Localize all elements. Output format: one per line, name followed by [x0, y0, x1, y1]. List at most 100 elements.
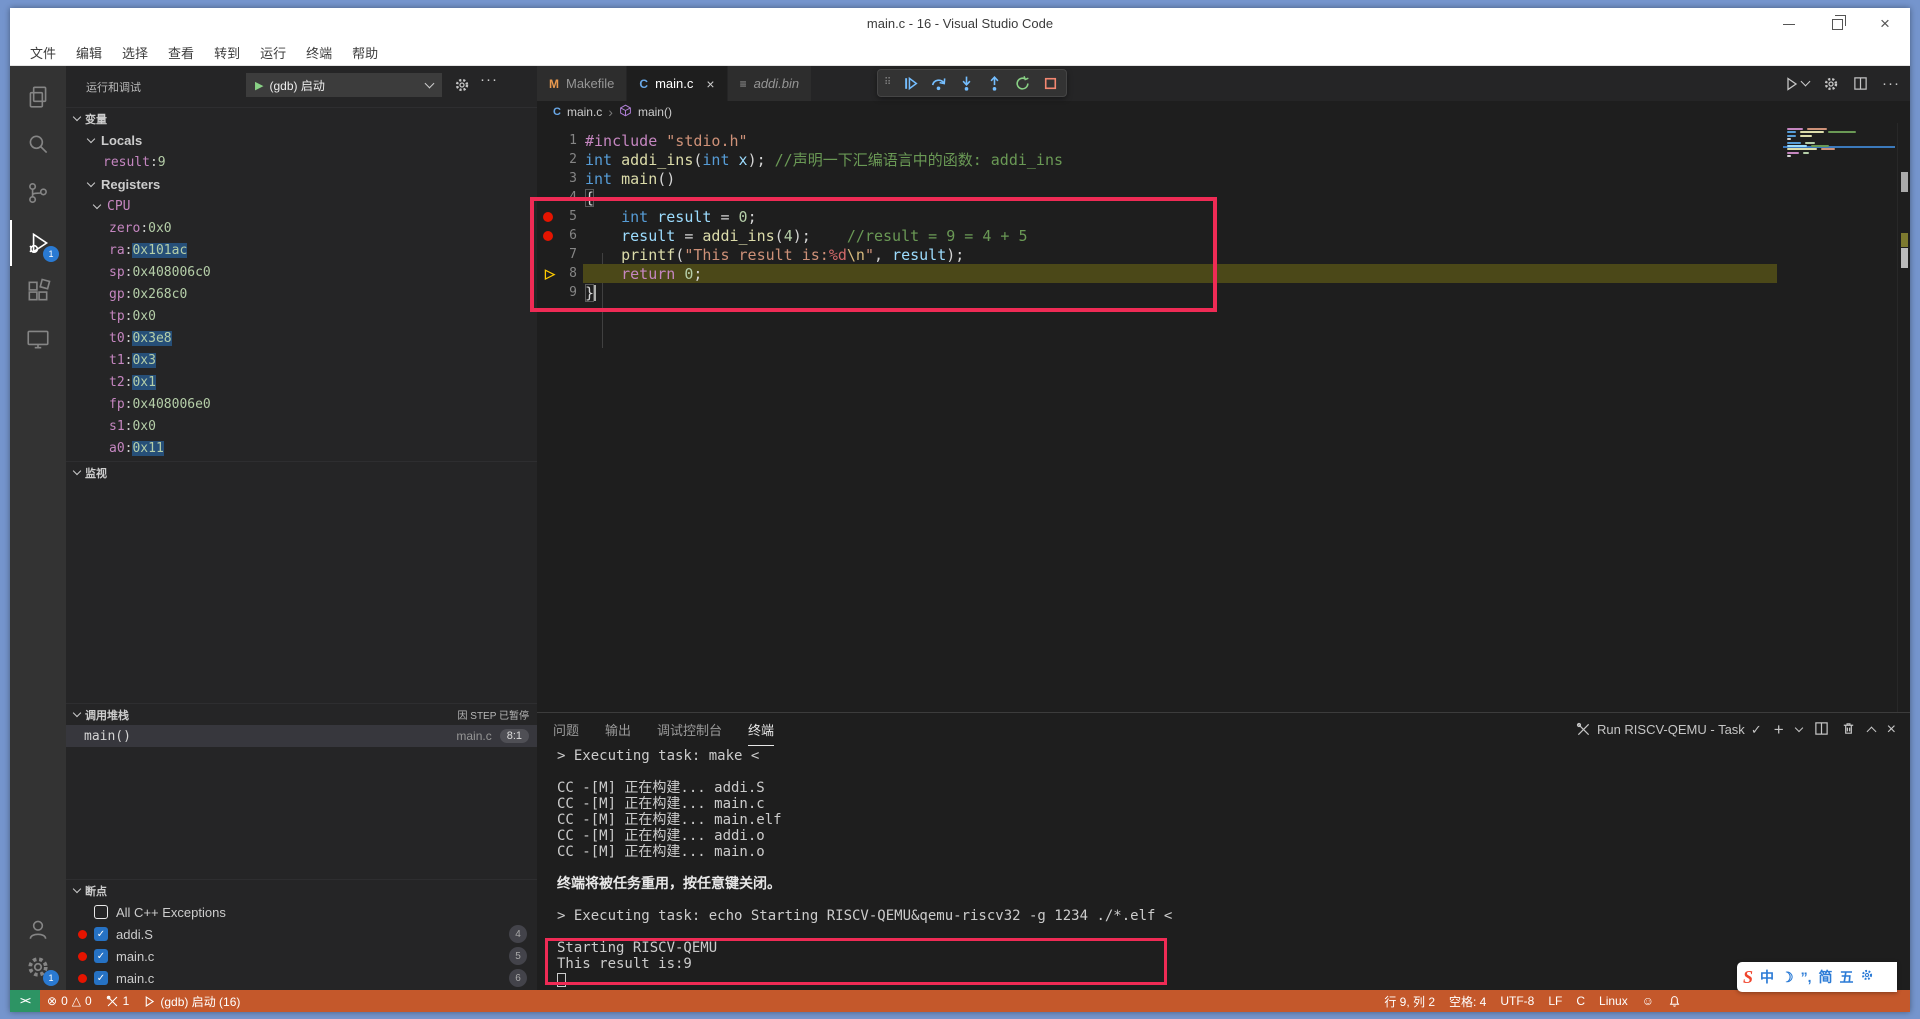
- menu-item[interactable]: 文件: [22, 40, 64, 65]
- run-file-icon[interactable]: [1784, 76, 1809, 92]
- register-row[interactable]: s1: 0x0: [66, 415, 537, 437]
- menu-item[interactable]: 转到: [206, 40, 248, 65]
- indentation[interactable]: 空格: 4: [1442, 990, 1493, 1012]
- notifications-bell-icon[interactable]: [1661, 990, 1688, 1012]
- breakpoint-gutter[interactable]: [543, 231, 557, 241]
- breakpoint-row[interactable]: ✓main.c6: [66, 967, 537, 989]
- split-editor-icon[interactable]: [1853, 76, 1868, 91]
- search-icon[interactable]: [10, 122, 66, 168]
- register-row[interactable]: t0: 0x3e8: [66, 327, 537, 349]
- run-and-debug-icon[interactable]: 1: [10, 220, 66, 266]
- debug-settings-gear-icon[interactable]: [454, 77, 470, 98]
- problems-indicator[interactable]: ⊗ 0 △ 0: [40, 990, 99, 1012]
- more-actions-icon[interactable]: ···: [480, 71, 498, 88]
- register-row[interactable]: ra: 0x101ac: [66, 239, 537, 261]
- remote-explorer-icon[interactable]: [10, 316, 66, 362]
- code-editor[interactable]: 1#include "stdio.h"2int addi_ins(int x);…: [537, 123, 1910, 712]
- tab-Makefile[interactable]: MMakefile: [537, 66, 627, 101]
- breakpoint-gutter[interactable]: [543, 212, 557, 222]
- new-terminal-icon[interactable]: +: [1774, 720, 1784, 740]
- register-row[interactable]: gp: 0x268c0: [66, 283, 537, 305]
- ime-simplified[interactable]: 简: [1818, 967, 1832, 987]
- drag-handle-icon[interactable]: ⠿: [882, 79, 894, 87]
- breakpoint-checkbox[interactable]: ✓: [94, 949, 108, 963]
- remote-indicator[interactable]: ><: [10, 990, 40, 1012]
- menu-item[interactable]: 编辑: [68, 40, 110, 65]
- variables-section-header[interactable]: 变量: [66, 107, 537, 129]
- panel-tab-调试控制台[interactable]: 调试控制台: [657, 713, 722, 746]
- panel-tab-输出[interactable]: 输出: [605, 713, 631, 746]
- breakpoints-section-header[interactable]: 断点: [66, 879, 537, 901]
- tab-addi.bin[interactable]: ≡addi.bin: [728, 66, 813, 101]
- stop-button[interactable]: [1038, 71, 1062, 95]
- tab-main.c[interactable]: Cmain.c×: [627, 66, 727, 101]
- maximize-panel-icon[interactable]: [1866, 727, 1876, 737]
- menu-item[interactable]: 终端: [298, 40, 340, 65]
- sogou-logo[interactable]: S: [1743, 967, 1753, 988]
- minimize-button[interactable]: [1778, 13, 1800, 35]
- breakpoint-checkbox[interactable]: [94, 905, 108, 919]
- step-into-button[interactable]: [954, 71, 978, 95]
- ime-mode-chinese[interactable]: 中: [1760, 967, 1774, 987]
- close-panel-icon[interactable]: ×: [1887, 721, 1896, 739]
- cpu-group[interactable]: CPU: [66, 195, 537, 217]
- close-tab-icon[interactable]: ×: [706, 76, 714, 92]
- call-stack-section-header[interactable]: 调用堆栈 因 STEP 已暂停: [66, 703, 537, 725]
- register-row[interactable]: t1: 0x3: [66, 349, 537, 371]
- variable-row[interactable]: result: 9: [66, 151, 537, 173]
- kill-terminal-icon[interactable]: [1841, 721, 1856, 739]
- explorer-icon[interactable]: [10, 74, 66, 120]
- minimap[interactable]: [1783, 123, 1897, 712]
- register-row[interactable]: tp: 0x0: [66, 305, 537, 327]
- breadcrumb-symbol[interactable]: main(): [638, 105, 672, 119]
- eol-sequence[interactable]: LF: [1541, 990, 1569, 1012]
- register-row[interactable]: fp: 0x408006e0: [66, 393, 537, 415]
- menu-item[interactable]: 运行: [252, 40, 294, 65]
- os-indicator[interactable]: Linux: [1592, 990, 1635, 1012]
- panel-tab-问题[interactable]: 问题: [553, 713, 579, 746]
- registers-group[interactable]: Registers: [66, 173, 537, 195]
- terminal-task-item[interactable]: Run RISCV-QEMU - Task ✓: [1576, 722, 1762, 738]
- step-over-button[interactable]: [926, 71, 950, 95]
- ime-moon-icon[interactable]: ☽: [1781, 969, 1794, 986]
- register-row[interactable]: t2: 0x1: [66, 371, 537, 393]
- breakpoint-row[interactable]: All C++ Exceptions: [66, 901, 537, 923]
- stack-frame-row[interactable]: main() main.c 8:1: [66, 725, 537, 747]
- restore-button[interactable]: [1826, 13, 1848, 35]
- encoding[interactable]: UTF-8: [1493, 990, 1541, 1012]
- menu-item[interactable]: 帮助: [344, 40, 386, 65]
- menu-item[interactable]: 选择: [114, 40, 156, 65]
- start-debug-icon[interactable]: ▶: [255, 79, 263, 92]
- overview-ruler[interactable]: [1897, 123, 1910, 712]
- language-mode[interactable]: C: [1569, 990, 1592, 1012]
- breakpoint-checkbox[interactable]: ✓: [94, 927, 108, 941]
- editor-gear-icon[interactable]: [1823, 76, 1839, 92]
- watch-section-header[interactable]: 监视: [66, 461, 537, 483]
- breakpoint-row[interactable]: ✓main.c5: [66, 945, 537, 967]
- launch-config-dropdown[interactable]: ▶ (gdb) 启动: [246, 73, 442, 97]
- feedback-icon[interactable]: ☺: [1635, 990, 1661, 1012]
- close-button[interactable]: ×: [1874, 13, 1896, 35]
- ime-wubi[interactable]: 五: [1839, 967, 1853, 987]
- ime-punctuation[interactable]: ”,: [1801, 969, 1812, 985]
- panel-tab-终端[interactable]: 终端: [748, 713, 774, 746]
- terminal-dropdown-icon[interactable]: [1794, 724, 1802, 732]
- debug-session-indicator[interactable]: (gdb) 启动 (16): [136, 990, 247, 1012]
- menu-item[interactable]: 查看: [160, 40, 202, 65]
- running-tasks-indicator[interactable]: 1: [99, 990, 137, 1012]
- continue-button[interactable]: [898, 71, 922, 95]
- register-row[interactable]: a0: 0x11: [66, 437, 537, 459]
- locals-group[interactable]: Locals: [66, 129, 537, 151]
- ime-settings-gear-icon[interactable]: [1860, 968, 1874, 987]
- restart-button[interactable]: [1010, 71, 1034, 95]
- extensions-icon[interactable]: [10, 268, 66, 314]
- more-actions-icon[interactable]: ···: [1882, 75, 1900, 92]
- split-terminal-icon[interactable]: [1814, 721, 1829, 739]
- breakpoint-row[interactable]: ✓addi.S4: [66, 923, 537, 945]
- breakpoint-checkbox[interactable]: ✓: [94, 971, 108, 985]
- source-control-icon[interactable]: [10, 170, 66, 216]
- register-row[interactable]: zero: 0x0: [66, 217, 537, 239]
- terminal-output[interactable]: > Executing task: make < CC -[M] 正在构建...…: [537, 746, 1910, 983]
- cursor-position[interactable]: 行 9, 列 2: [1377, 990, 1442, 1012]
- register-row[interactable]: sp: 0x408006c0: [66, 261, 537, 283]
